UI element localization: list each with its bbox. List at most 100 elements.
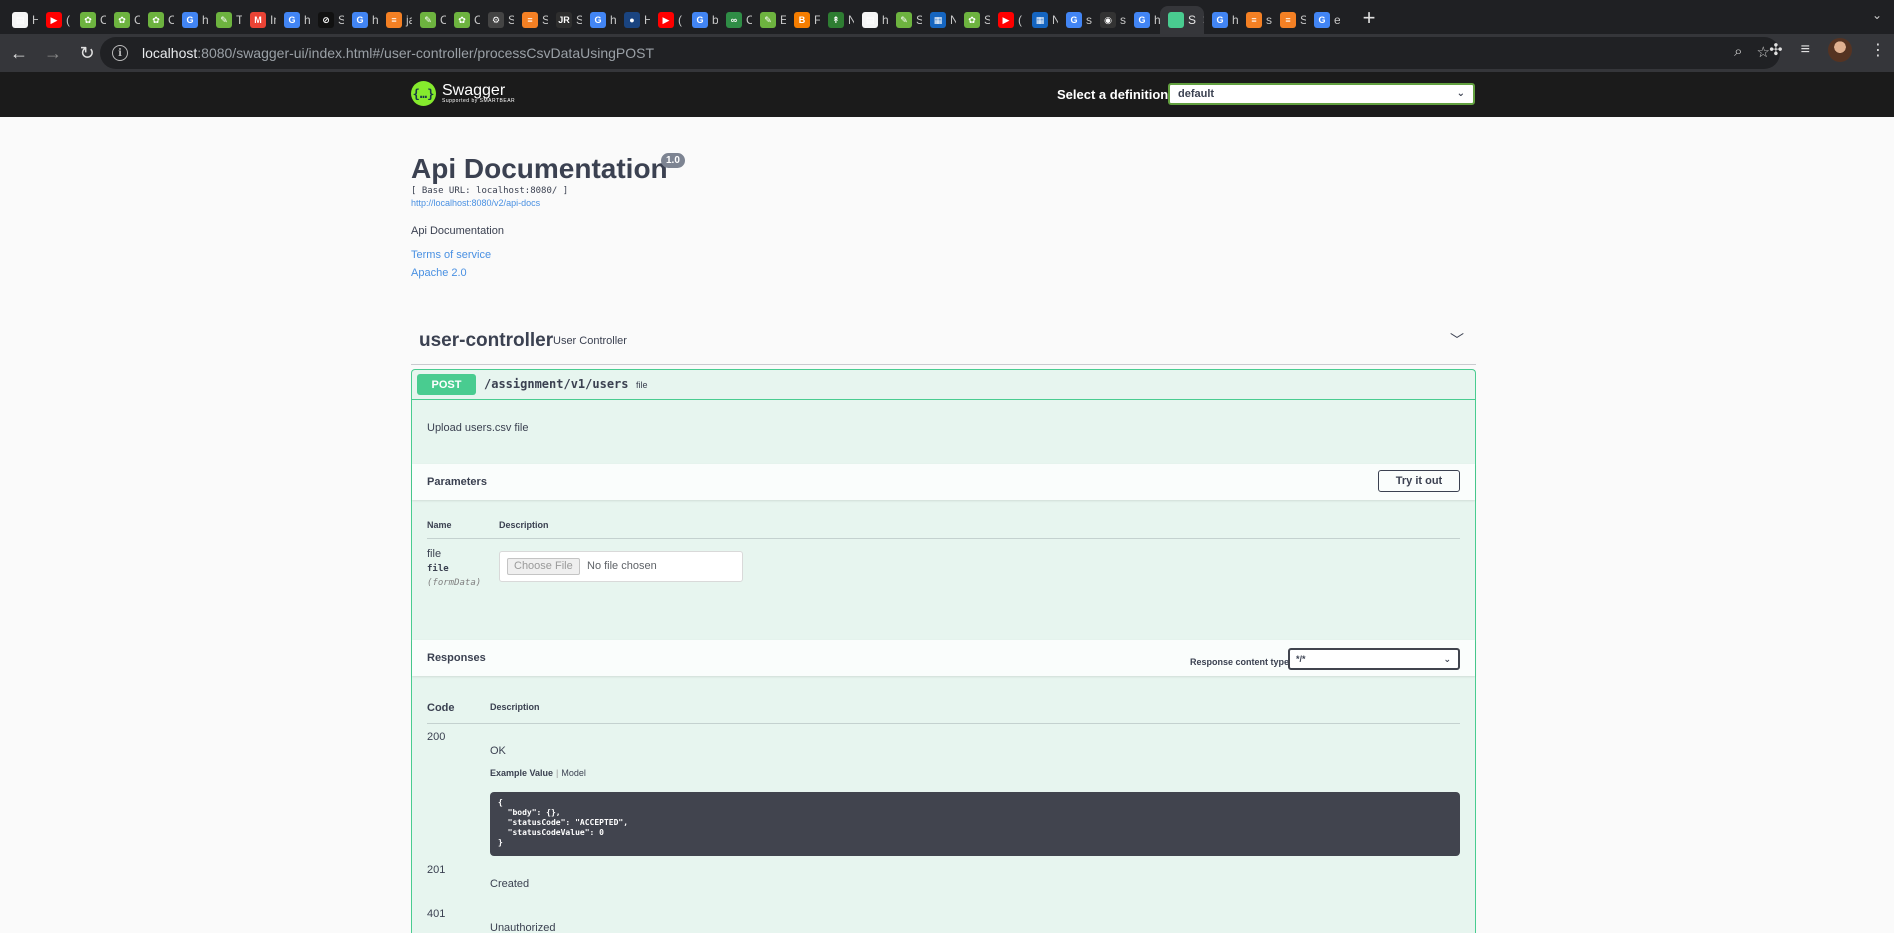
browser-tab[interactable]: ● H: [616, 6, 650, 34]
forward-button[interactable]: →: [38, 38, 68, 68]
tab-favicon-icon: G: [1066, 12, 1082, 28]
browser-menu-icon[interactable]: ⋮: [1870, 40, 1886, 60]
swagger-logo[interactable]: {…} Swagger Supported by SMARTBEAR: [411, 81, 515, 106]
browser-tab[interactable]: ≡ s: [1238, 6, 1272, 34]
tab-favicon-icon: ▦: [930, 12, 946, 28]
example-value-tab[interactable]: Example Value: [490, 768, 553, 778]
browser-tab[interactable]: ⚙ S: [480, 6, 514, 34]
browser-tab[interactable]: ⊘ S: [310, 6, 344, 34]
url-text[interactable]: localhost:8080/swagger-ui/index.html#/us…: [142, 45, 654, 61]
terms-of-service-link[interactable]: Terms of service: [411, 249, 491, 261]
bookmark-star-icon[interactable]: ☆: [1757, 43, 1770, 61]
browser-tab[interactable]: ✿ S: [956, 6, 990, 34]
reload-button[interactable]: ↻: [72, 38, 102, 68]
browser-tab[interactable]: S✕: [1160, 6, 1204, 34]
param-location: (formData): [427, 578, 482, 588]
browser-tab[interactable]: ◉ s: [1092, 6, 1126, 34]
chevron-down-icon[interactable]: ﹀: [1450, 330, 1464, 350]
browser-tab[interactable]: ≡ja: [378, 6, 412, 34]
controller-description: User Controller: [553, 335, 627, 347]
address-bar[interactable]: i localhost:8080/swagger-ui/index.html#/…: [100, 37, 1780, 69]
tab-label: (: [66, 13, 70, 27]
browser-tab[interactable]: JR S: [548, 6, 582, 34]
tab-favicon-icon: ✿: [148, 12, 164, 28]
browser-tab[interactable]: Gs: [1058, 6, 1092, 34]
tab-favicon-icon: G: [1212, 12, 1228, 28]
tab-favicon-icon: G: [284, 12, 300, 28]
browser-tab[interactable]: ✎ C: [412, 6, 446, 34]
tab-favicon-icon: G: [1314, 12, 1330, 28]
tab-favicon-icon: [1168, 12, 1184, 28]
try-it-out-button[interactable]: Try it out: [1378, 470, 1460, 492]
file-input[interactable]: Choose File No file chosen: [499, 551, 743, 582]
parameters-title: Parameters: [427, 476, 487, 488]
license-link[interactable]: Apache 2.0: [411, 267, 467, 279]
browser-tab[interactable]: ▶(: [990, 6, 1024, 34]
browser-tab[interactable]: Gh: [174, 6, 208, 34]
browser-tab[interactable]: MIn: [242, 6, 276, 34]
operation-summary[interactable]: POST /assignment/v1/users file: [412, 370, 1475, 400]
api-docs-link[interactable]: http://localhost:8080/v2/api-docs: [411, 198, 540, 208]
operation-path: /assignment/v1/users: [484, 377, 629, 391]
browser-tab[interactable]: ✿ C: [106, 6, 140, 34]
tab-search-icon[interactable]: ⌄: [1872, 8, 1882, 22]
tab-favicon-icon: ✿: [964, 12, 980, 28]
browser-tab[interactable]: ≡ S: [514, 6, 548, 34]
browser-tab[interactable]: ✎ S: [888, 6, 922, 34]
tab-favicon-icon: ✎: [420, 12, 436, 28]
browser-tab[interactable]: ▶(: [650, 6, 684, 34]
divider: [427, 538, 1460, 539]
browser-tab[interactable]: BF: [786, 6, 820, 34]
tab-favicon-icon: ✎: [760, 12, 776, 28]
operation-block-post: POST /assignment/v1/users file Upload us…: [411, 369, 1476, 933]
response-code: 401: [427, 908, 446, 920]
col-response-description-header: Description: [490, 702, 540, 712]
definition-select[interactable]: default ⌄: [1168, 83, 1475, 105]
tab-favicon-icon: ▤: [862, 12, 878, 28]
responses-title: Responses: [427, 652, 486, 664]
browser-tab[interactable]: Gh: [1204, 6, 1238, 34]
browser-tab[interactable]: Gh: [1126, 6, 1160, 34]
browser-tab[interactable]: ≡ S: [1272, 6, 1306, 34]
choose-file-button[interactable]: Choose File: [507, 558, 580, 575]
extensions-puzzle-icon[interactable]: ✣: [1769, 40, 1782, 60]
tab-favicon-icon: G: [590, 12, 606, 28]
swagger-logo-text: Swagger: [442, 82, 506, 99]
tab-favicon-icon: G: [692, 12, 708, 28]
browser-tab[interactable]: Gb: [684, 6, 718, 34]
parameters-header: Parameters Try it out: [412, 464, 1475, 500]
tab-favicon-icon: ●: [624, 12, 640, 28]
profile-avatar[interactable]: [1828, 38, 1852, 62]
back-button[interactable]: ←: [4, 38, 34, 68]
responses-header: Responses Response content type */* ⌄: [412, 640, 1475, 676]
browser-tab[interactable]: ▦ N: [1024, 6, 1058, 34]
browser-tab[interactable]: Gh: [276, 6, 310, 34]
browser-tab[interactable]: ✿ C: [446, 6, 480, 34]
browser-tab[interactable]: Gh: [582, 6, 616, 34]
browser-tab[interactable]: ✿ C: [140, 6, 174, 34]
browser-tab[interactable]: ▤ h: [854, 6, 888, 34]
browser-tab[interactable]: ↟ N: [820, 6, 854, 34]
tab-label: (: [678, 13, 682, 27]
browser-tab[interactable]: ▤ H: [4, 6, 38, 34]
controller-tag-header[interactable]: user-controller User Controller ﹀: [411, 320, 1476, 365]
base-url: [ Base URL: localhost:8080/ ]: [411, 186, 569, 196]
browser-tab[interactable]: ∞ C: [718, 6, 752, 34]
new-tab-button[interactable]: +: [1354, 3, 1384, 33]
zoom-icon[interactable]: ⌕: [1734, 43, 1742, 61]
browser-tab[interactable]: Ge: [1306, 6, 1340, 34]
browser-tab[interactable]: ▶(: [38, 6, 72, 34]
response-content-type-select[interactable]: */* ⌄: [1288, 648, 1460, 670]
model-tab[interactable]: Model: [561, 768, 586, 778]
tab-favicon-icon: ⚙: [488, 12, 504, 28]
browser-tab[interactable]: Gh: [344, 6, 378, 34]
tab-favicon-icon: ✿: [114, 12, 130, 28]
reading-list-icon[interactable]: ≡: [1801, 41, 1810, 59]
browser-tab[interactable]: ✎ E: [752, 6, 786, 34]
swagger-topbar: {…} Swagger Supported by SMARTBEAR Selec…: [0, 72, 1894, 117]
site-info-icon[interactable]: i: [112, 45, 128, 61]
browser-tab[interactable]: ✎ T: [208, 6, 242, 34]
browser-tab[interactable]: ▦ N: [922, 6, 956, 34]
browser-tab[interactable]: ✿ C: [72, 6, 106, 34]
tab-favicon-icon: G: [182, 12, 198, 28]
